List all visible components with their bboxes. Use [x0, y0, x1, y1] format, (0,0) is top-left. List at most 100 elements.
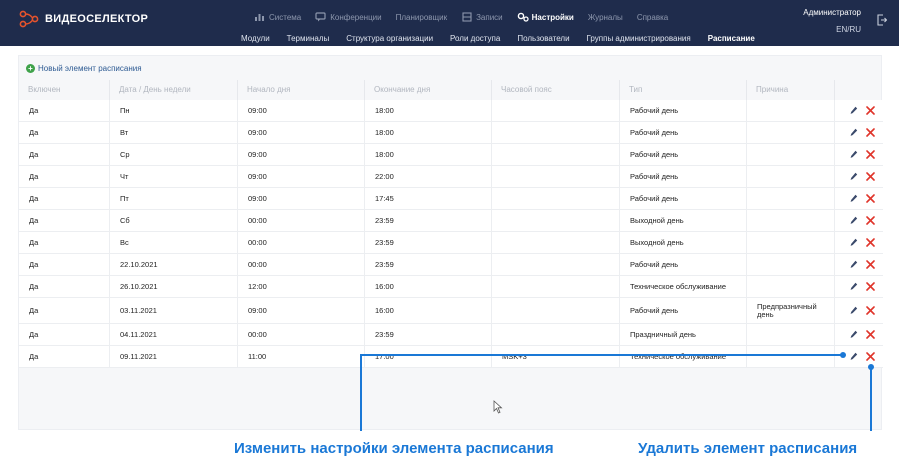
table-row[interactable]: Да 26.10.2021 12:00 16:00 Техническое обслуж…	[19, 276, 883, 298]
delete-icon[interactable]	[866, 260, 875, 269]
language-switch[interactable]: EN/RU	[836, 25, 861, 34]
cell-timezone	[492, 166, 620, 187]
nav-item-help[interactable]: Справка	[637, 12, 668, 22]
cell-end: 17:45	[365, 188, 492, 209]
add-schedule-item-button[interactable]: + Новый элемент расписания	[26, 64, 142, 73]
table-row[interactable]: Да Ср 09:00 18:00 Рабочий день	[19, 144, 883, 166]
table-row[interactable]: Да Пн 09:00 18:00 Рабочий день	[19, 100, 883, 122]
column-header-enabled[interactable]: Включен	[19, 80, 110, 100]
delete-icon[interactable]	[866, 238, 875, 247]
column-header-type[interactable]: Тип	[620, 80, 747, 100]
cell-enabled: Да	[19, 166, 110, 187]
tab-modules[interactable]: Модули	[241, 34, 270, 43]
nav-item-settings[interactable]: Настройки	[517, 12, 574, 22]
tab-admin-groups[interactable]: Группы администрирования	[587, 34, 691, 43]
cell-type: Рабочий день	[620, 166, 747, 187]
delete-icon[interactable]	[866, 172, 875, 181]
delete-icon[interactable]	[866, 306, 875, 315]
cell-reason	[747, 276, 835, 297]
cell-reason	[747, 144, 835, 165]
main-nav: Система Конференции Планировщик Записи Н…	[254, 12, 682, 22]
cell-reason	[747, 254, 835, 275]
edit-icon[interactable]	[850, 238, 858, 247]
edit-icon[interactable]	[850, 128, 858, 137]
cell-enabled: Да	[19, 232, 110, 253]
cell-type: Рабочий день	[620, 122, 747, 143]
column-header-timezone[interactable]: Часовой пояс	[492, 80, 620, 100]
cell-reason	[747, 232, 835, 253]
delete-icon[interactable]	[866, 194, 875, 203]
cell-start: 09:00	[238, 166, 365, 187]
settings-sub-nav: Модули Терминалы Структура организации Р…	[241, 34, 772, 43]
cell-date: Пт	[110, 188, 238, 209]
column-header-reason[interactable]: Причина	[747, 80, 835, 100]
table-row[interactable]: Да Чт 09:00 22:00 Рабочий день	[19, 166, 883, 188]
cell-enabled: Да	[19, 210, 110, 231]
chat-icon	[315, 12, 326, 22]
cell-start: 00:00	[238, 254, 365, 275]
table-row[interactable]: Да 22.10.2021 00:00 23:59 Рабочий день	[19, 254, 883, 276]
cell-enabled: Да	[19, 100, 110, 121]
cell-start: 09:00	[238, 188, 365, 209]
annotation-edit-line-horizontal	[361, 354, 844, 356]
cell-date: Вс	[110, 232, 238, 253]
plus-icon: +	[26, 64, 35, 73]
edit-icon[interactable]	[850, 306, 858, 315]
cell-start: 00:00	[238, 324, 365, 345]
cell-start: 00:00	[238, 210, 365, 231]
tab-schedule[interactable]: Расписание	[708, 34, 755, 43]
cell-timezone	[492, 232, 620, 253]
column-header-date[interactable]: Дата / День недели	[110, 80, 238, 100]
cell-type: Рабочий день	[620, 254, 747, 275]
nav-item-journals[interactable]: Журналы	[588, 12, 623, 22]
film-icon	[462, 12, 472, 22]
delete-icon[interactable]	[866, 128, 875, 137]
table-row[interactable]: Да 09.11.2021 11:00 17:00 MSK+3 Техническое о…	[19, 346, 883, 368]
delete-icon[interactable]	[866, 150, 875, 159]
nav-item-system[interactable]: Система	[254, 12, 301, 22]
cell-date: 26.10.2021	[110, 276, 238, 297]
cell-start: 09:00	[238, 144, 365, 165]
column-header-start[interactable]: Начало дня	[238, 80, 365, 100]
edit-icon[interactable]	[850, 194, 858, 203]
edit-icon[interactable]	[850, 216, 858, 225]
edit-icon[interactable]	[850, 352, 858, 361]
cell-timezone	[492, 122, 620, 143]
delete-icon[interactable]	[866, 106, 875, 115]
delete-icon[interactable]	[866, 330, 875, 339]
tab-terminals[interactable]: Терминалы	[287, 34, 330, 43]
tab-org-structure[interactable]: Структура организации	[346, 34, 433, 43]
cell-date: 09.11.2021	[110, 346, 238, 367]
edit-icon[interactable]	[850, 260, 858, 269]
nav-item-conferences[interactable]: Конференции	[315, 12, 382, 22]
edit-icon[interactable]	[850, 150, 858, 159]
row-actions	[835, 122, 883, 143]
nav-item-scheduler[interactable]: Планировщик	[396, 12, 447, 22]
edit-icon[interactable]	[850, 330, 858, 339]
tab-users[interactable]: Пользователи	[517, 34, 569, 43]
edit-icon[interactable]	[850, 172, 858, 181]
table-row[interactable]: Да Вс 00:00 23:59 Выходной день	[19, 232, 883, 254]
cell-end: 18:00	[365, 144, 492, 165]
cell-date: 03.11.2021	[110, 298, 238, 323]
table-row[interactable]: Да 03.11.2021 09:00 16:00 Рабочий день Предпр…	[19, 298, 883, 324]
table-row[interactable]: Да Сб 00:00 23:59 Выходной день	[19, 210, 883, 232]
table-row[interactable]: Да Пт 09:00 17:45 Рабочий день	[19, 188, 883, 210]
nav-item-records[interactable]: Записи	[461, 12, 503, 22]
table-row[interactable]: Да Вт 09:00 18:00 Рабочий день	[19, 122, 883, 144]
delete-icon[interactable]	[866, 216, 875, 225]
delete-icon[interactable]	[866, 352, 875, 361]
edit-icon[interactable]	[850, 106, 858, 115]
column-header-end[interactable]: Окончание дня	[365, 80, 492, 100]
table-row[interactable]: Да 04.11.2021 00:00 23:59 Праздничный день	[19, 324, 883, 346]
logout-icon[interactable]	[877, 14, 887, 26]
cell-end: 16:00	[365, 298, 492, 323]
delete-icon[interactable]	[866, 282, 875, 291]
edit-icon[interactable]	[850, 282, 858, 291]
logo[interactable]: ВИДЕОСЕЛЕКТОР	[18, 8, 148, 30]
cell-date: Ср	[110, 144, 238, 165]
annotation-delete-line-vertical	[870, 367, 872, 431]
tab-access-roles[interactable]: Роли доступа	[450, 34, 500, 43]
user-name[interactable]: Администратор	[803, 8, 861, 17]
schedule-panel: + Новый элемент расписания Включен Дата …	[18, 55, 883, 430]
